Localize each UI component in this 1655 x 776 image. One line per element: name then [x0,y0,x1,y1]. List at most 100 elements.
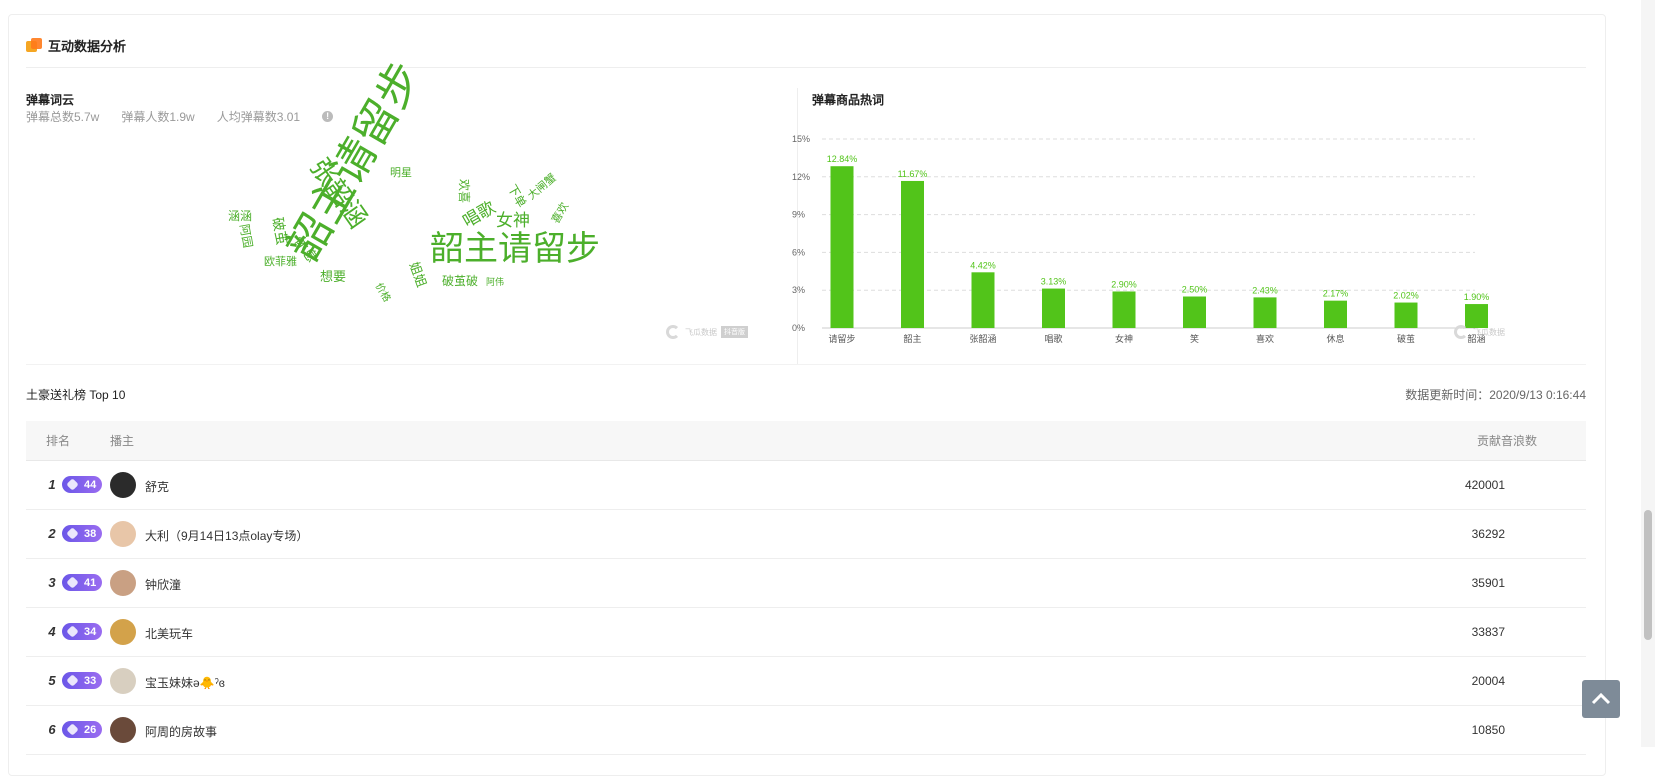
x-tick-label: 破茧 [1397,333,1415,344]
avatar[interactable] [110,668,136,694]
fan-level-badge: 41 [62,574,102,591]
word: 阿园 [237,222,255,250]
word: 欧菲雅 [264,256,297,268]
header-anchor: 播主 [110,434,135,448]
x-tick-label: 喜欢 [1256,333,1274,344]
word: 涵涵 [228,209,253,223]
scrollbar[interactable] [1641,0,1655,747]
bar[interactable] [901,180,924,328]
feigua-logo-icon [1454,325,1468,339]
table-row[interactable]: 5 33 宝玉妹妹ə🐥ˀɞ 20004 [26,657,1586,706]
hotwords-title: 弹幕商品热词 [812,93,885,107]
word: 价格 [372,281,393,305]
avatar[interactable] [110,570,136,596]
table-row[interactable]: 2 38 大利（9月14日13点olay专场） 36292 [26,510,1586,559]
x-tick-label: 张韶涵 [969,333,996,344]
section-title: 互动数据分析 [48,39,127,54]
word: 阿伟 [486,277,505,287]
table-row[interactable]: 1 44 舒克 420001 [26,461,1586,510]
data-label: 2.02% [1393,291,1419,301]
diamond-icon [66,674,79,687]
contribution-value: 35901 [1471,576,1505,590]
avatar[interactable] [110,521,136,547]
bar[interactable] [1253,297,1277,328]
watermark: 飞瓜数据 抖音版 [666,325,748,339]
scrollbar-thumb[interactable] [1644,510,1652,640]
fan-level-badge: 44 [62,476,102,493]
fan-level-badge: 34 [62,623,102,640]
data-label: 4.42% [970,260,996,270]
bar[interactable] [971,272,995,328]
bar[interactable] [1042,288,1065,328]
anchor-name[interactable]: 大利（9月14日13点olay专场） [145,527,308,544]
hotwords-bar-chart: 0% 3% 6% 9% 12% 15% 12.84% 请留步 11.67% 韶主 4.42% 张韶涵 3… [792,134,1489,344]
watermark-text: 飞瓜数据 [685,327,717,337]
header-rank: 排名 [46,434,71,448]
fan-level-badge: 26 [62,721,102,738]
x-tick-label: 韶主 [903,333,921,344]
table-row[interactable]: 4 34 北美玩车 33837 [26,608,1586,657]
word: 韶主请留步 [430,230,600,268]
gift-ranking-table: 排名 播主 贡献音浪数 1 44 舒克 420001 2 38 大利（9月14日13点ola… [26,421,1586,755]
rank-number: 2 [48,526,56,541]
avatar[interactable] [110,472,136,498]
anchor-name[interactable]: 阿周的房故事 [145,723,217,740]
rank-number: 6 [48,722,56,737]
word: 姐姐 [406,259,430,290]
stat-users: 弹幕人数1.9w [121,110,195,124]
word: 喜欢 [549,200,572,226]
rank-number: 3 [48,575,56,590]
gift-ranking-title: 土豪送礼榜 Top 10 [26,388,126,402]
rank-number: 1 [48,477,56,492]
diamond-icon [66,478,79,491]
diamond-icon [66,576,79,589]
word: 欢喜 [457,178,472,204]
contribution-value: 10850 [1471,723,1505,737]
fan-level: 44 [84,478,97,491]
y-tick-label: 12% [792,172,810,182]
analytics-icon [26,37,42,54]
word: 下单 [504,182,530,210]
wordcloud-title: 弹幕词云 [26,93,75,107]
word-cloud: 韶主请留步 韶主请留步 张韶涵 女神 唱歌 休息 破茧 姐姐 想要 破茧破 欧菲… [180,54,650,330]
avatar[interactable] [110,717,136,743]
x-tick-label: 女神 [1115,333,1133,344]
fan-level: 38 [84,527,97,540]
table-row[interactable]: 6 26 阿周的房故事 10850 [26,706,1586,755]
x-tick-label: 休息 [1326,333,1344,344]
fan-level: 41 [84,576,97,589]
info-icon[interactable]: ! [322,111,334,122]
table-row[interactable]: 3 41 钟欣潼 35901 [26,559,1586,608]
stat-total: 弹幕总数5.7w [26,110,100,124]
y-tick-label: 9% [792,210,805,220]
back-to-top-button[interactable] [1582,680,1620,718]
bar[interactable] [1112,291,1136,328]
fan-level: 33 [84,674,97,687]
anchor-name[interactable]: 北美玩车 [145,625,193,642]
bar[interactable] [830,166,854,328]
fan-level-badge: 33 [62,672,102,689]
word: 想要 [320,269,347,284]
diamond-icon [66,723,79,736]
wordcloud-stats: 弹幕总数5.7w 弹幕人数1.9w 人均弹幕数3.01 ! [26,108,334,125]
data-label: 2.43% [1252,285,1278,295]
table-header: 排名 播主 贡献音浪数 [26,421,1586,461]
bar[interactable] [1394,302,1418,328]
word: 破茧破 [442,274,479,288]
section-header: 互动数据分析 [26,36,126,55]
header-value[interactable]: 贡献音浪数 [1477,432,1537,449]
anchor-name[interactable]: 宝玉妹妹ə🐥ˀɞ [145,674,225,691]
bar[interactable] [1324,300,1347,328]
chevron-up-icon [1591,692,1611,705]
diamond-icon [66,527,79,540]
avatar[interactable] [110,619,136,645]
anchor-name[interactable]: 舒克 [145,478,169,495]
bar[interactable] [1183,296,1206,329]
rank-number: 4 [48,624,56,639]
fan-level-badge: 38 [62,525,102,542]
word: 大闸蟹 [525,171,559,203]
anchor-name[interactable]: 钟欣潼 [145,576,181,593]
x-tick-label: 请留步 [828,333,855,344]
word: 明星 [390,167,412,179]
diamond-icon [66,625,79,638]
